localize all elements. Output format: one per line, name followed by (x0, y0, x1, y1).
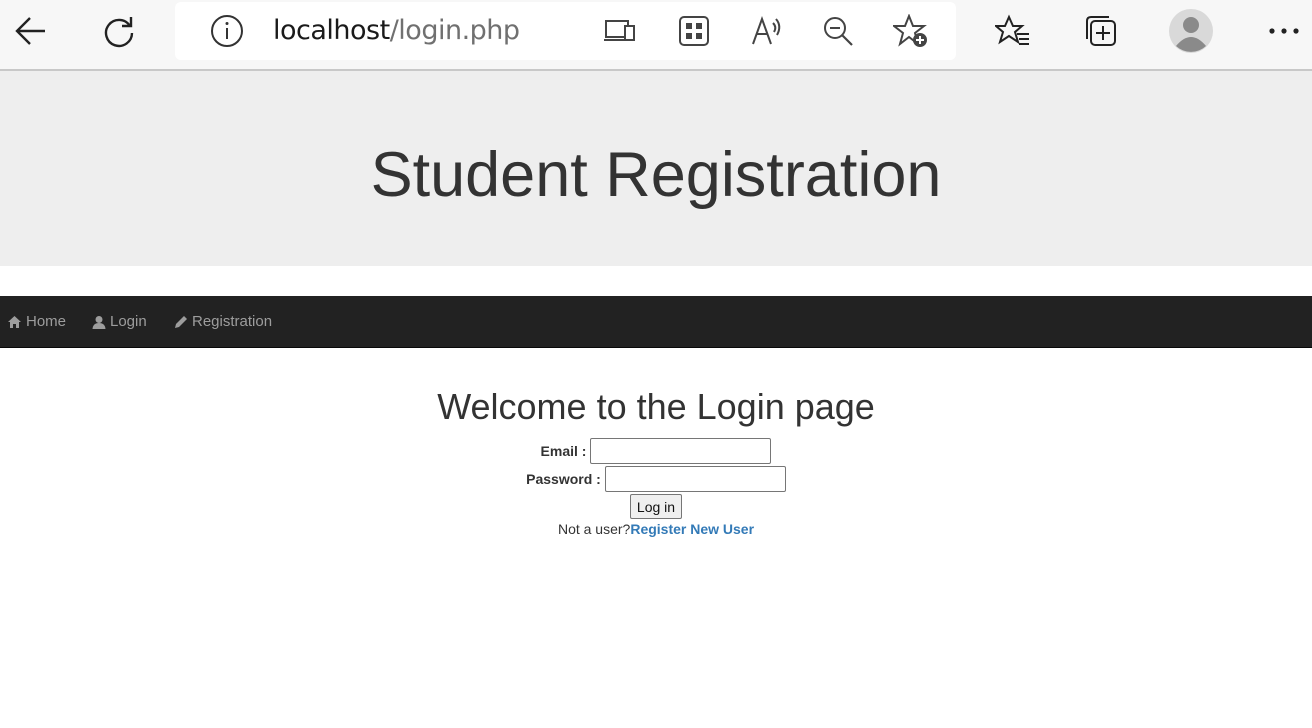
pencil-icon (175, 315, 187, 328)
info-icon[interactable] (206, 10, 248, 52)
back-icon[interactable] (8, 8, 54, 54)
password-label: Password : (526, 471, 601, 487)
url-host: localhost (273, 15, 390, 46)
profile-avatar[interactable] (1168, 8, 1214, 54)
password-field[interactable] (604, 466, 786, 492)
favorites-icon[interactable] (990, 8, 1036, 54)
browser-toolbar: localhost/login.php (0, 0, 1312, 71)
nav-item-label: Home (26, 313, 67, 330)
email-field[interactable] (590, 438, 772, 464)
add-favorite-icon[interactable] (890, 10, 932, 52)
url-text[interactable]: localhost/login.php (273, 15, 520, 47)
read-aloud-icon[interactable] (746, 10, 788, 52)
grid-apps-icon[interactable] (673, 10, 715, 52)
nav-item-login[interactable]: Login (92, 296, 147, 347)
refresh-icon[interactable] (96, 8, 142, 54)
home-icon (8, 315, 21, 328)
email-row: Email : (0, 438, 1312, 464)
nav-item-label: Login (110, 313, 147, 330)
page-header: Student Registration (0, 71, 1312, 266)
more-icon[interactable] (1261, 8, 1307, 54)
collections-icon[interactable] (1078, 8, 1124, 54)
login-button[interactable]: Log in (629, 494, 683, 519)
page-title: Student Registration (370, 140, 942, 210)
user-icon (92, 315, 106, 329)
register-prompt: Not a user?Register New User (0, 521, 1312, 537)
navbar: Home Login Registration (0, 296, 1312, 348)
not-user-text: Not a user? (557, 521, 631, 537)
submit-row: Log in (0, 494, 1312, 519)
register-link[interactable]: Register New User (630, 521, 754, 537)
nav-item-registration[interactable]: Registration (174, 296, 272, 347)
nav-item-home[interactable]: Home (7, 296, 66, 347)
app-available-icon[interactable] (599, 10, 641, 52)
email-label: Email : (540, 443, 587, 459)
zoom-out-icon[interactable] (817, 10, 859, 52)
nav-item-label: Registration (192, 313, 273, 330)
login-heading: Welcome to the Login page (437, 386, 875, 427)
url-path: /login.php (389, 15, 520, 46)
password-row: Password : (0, 466, 1312, 492)
address-bar[interactable]: localhost/login.php (175, 2, 956, 60)
